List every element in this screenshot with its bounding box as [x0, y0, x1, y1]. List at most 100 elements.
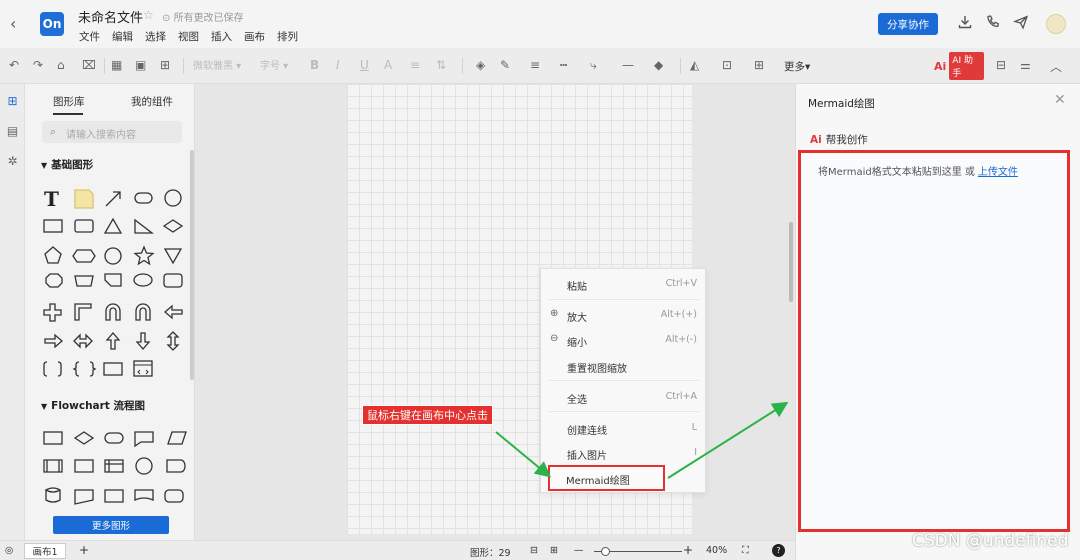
double-arrow-shape[interactable] [73, 333, 93, 349]
menu-item-zoom-out[interactable]: ⊖ 缩小 Alt+(-) [541, 330, 707, 350]
rounded-rectangle-shape[interactable] [74, 219, 94, 233]
menu-file[interactable]: 文件 [79, 29, 100, 44]
menu-item-zoom-in[interactable]: ⊕ 放大 Alt+(+) [541, 305, 707, 325]
library-scrollbar[interactable] [190, 150, 194, 380]
zoom-slider-handle[interactable] [601, 547, 610, 556]
undo-icon[interactable]: ↶ [9, 58, 19, 74]
menu-item-select-all[interactable]: 全选 Ctrl+A [541, 387, 707, 407]
diamond-shape[interactable] [162, 219, 184, 233]
bold-icon[interactable]: B [310, 58, 319, 74]
templates-icon[interactable]: ▤ [5, 124, 20, 139]
page-tab[interactable]: 画布1 [24, 543, 66, 559]
menu-arrange[interactable]: 排列 [277, 29, 298, 44]
format-painter-icon[interactable]: ⌂ [57, 58, 65, 74]
database-shape[interactable] [44, 487, 61, 503]
inverted-triangle-shape[interactable] [163, 248, 183, 265]
share-button[interactable]: 分享协作 [878, 13, 938, 35]
document-shape[interactable] [104, 273, 122, 287]
star-icon[interactable]: ☆ [143, 8, 154, 22]
line-end-icon[interactable]: ◆ [654, 58, 663, 74]
grid-icon[interactable]: ▦ [111, 58, 122, 74]
fullscreen-icon[interactable]: ⛶ [742, 545, 749, 556]
align-icon[interactable]: ≡ [410, 58, 420, 74]
send-icon[interactable] [1012, 14, 1030, 32]
align-objects-icon[interactable]: ⊡ [722, 58, 732, 74]
text-direction-icon[interactable]: ⇅ [436, 58, 446, 74]
star-shape[interactable] [133, 245, 155, 266]
menu-edit[interactable]: 编辑 [112, 29, 133, 44]
tape-shape[interactable] [134, 489, 154, 501]
menu-item-insert-image[interactable]: 插入图片 I [541, 443, 707, 463]
ai-assistant-button[interactable]: Ai AI 助手 [934, 52, 984, 80]
delay-shape[interactable] [166, 459, 186, 473]
app-logo[interactable]: On [40, 12, 64, 36]
vertical-double-arrow-shape[interactable] [166, 331, 180, 351]
arrow-shape[interactable] [105, 191, 121, 207]
process-shape[interactable] [43, 431, 63, 445]
corner-shape[interactable] [74, 303, 92, 321]
fill-color-icon[interactable]: ◈ [476, 58, 485, 74]
menu-item-paste[interactable]: 粘贴 Ctrl+V [541, 274, 707, 294]
code-block-shape[interactable] [133, 360, 153, 377]
ai-help-button[interactable]: Ai 帮我创作 [810, 132, 868, 147]
zoom-out-button[interactable]: — [574, 545, 584, 556]
chevron-left-icon[interactable]: ‹ [10, 14, 26, 33]
help-icon[interactable]: ? [772, 544, 785, 557]
font-size-select[interactable]: 字号 ▾ [260, 57, 288, 75]
circle-shape[interactable] [164, 189, 182, 207]
upload-file-link[interactable]: 上传文件 [978, 167, 1018, 178]
line-color-icon[interactable]: ✎ [500, 58, 510, 74]
tab-shape-library[interactable]: 图形库 [53, 94, 85, 109]
menu-item-create-connector[interactable]: 创建连线 L [541, 418, 707, 438]
layout-icon[interactable]: ⊟ [530, 545, 538, 556]
data-shape[interactable] [167, 431, 187, 445]
card-shape[interactable] [163, 273, 183, 288]
layer-icon[interactable]: ◭ [690, 58, 699, 74]
more-shapes-button[interactable]: 更多图形 [53, 516, 169, 534]
rectangle-shape[interactable] [43, 219, 63, 233]
italic-icon[interactable]: I [336, 58, 340, 74]
table-icon[interactable]: ⊞ [160, 58, 170, 74]
u-turn-shape[interactable] [105, 303, 121, 321]
plugins-icon[interactable]: ✲ [5, 154, 20, 169]
cloud-shape[interactable] [133, 273, 153, 287]
down-arrow-shape[interactable] [135, 332, 151, 350]
section-flowchart[interactable]: ▼ Flowchart 流程图 [41, 398, 145, 413]
tab-my-components[interactable]: 我的组件 [131, 94, 173, 109]
rounded-rect-shape[interactable] [134, 192, 153, 204]
callout-shape[interactable] [134, 431, 154, 448]
layers-icon[interactable]: ◎ [5, 545, 13, 556]
menu-canvas[interactable]: 画布 [244, 29, 265, 44]
canvas-scrollbar[interactable] [789, 222, 793, 302]
manual-input-shape[interactable] [74, 489, 94, 505]
close-icon[interactable]: ✕ [1054, 92, 1066, 108]
menu-item-reset-zoom[interactable]: 重置视图缩放 [541, 356, 707, 376]
note-shape[interactable] [74, 189, 94, 209]
decision-shape[interactable] [73, 431, 95, 445]
collapse-toolbar-icon[interactable]: ︿ [1050, 58, 1062, 74]
octagon-shape[interactable] [104, 247, 122, 265]
line-start-icon[interactable]: — [622, 58, 634, 74]
settings-sliders-icon[interactable]: ⚌ [1020, 58, 1031, 74]
hexagon-shape[interactable] [72, 249, 96, 263]
connector-shape[interactable] [135, 457, 153, 475]
menu-insert[interactable]: 插入 [211, 29, 232, 44]
terminator-shape[interactable] [104, 432, 124, 444]
group-icon[interactable]: ⊞ [754, 58, 764, 74]
more-button[interactable]: 更多▾ [784, 59, 810, 74]
cross-shape[interactable] [43, 303, 62, 322]
document-title[interactable]: 未命名文件 [78, 7, 143, 26]
frame-shape[interactable] [103, 362, 123, 376]
trapezoid-shape[interactable] [74, 275, 94, 287]
avatar[interactable] [1046, 14, 1066, 34]
storage-shape[interactable] [104, 459, 124, 473]
arch-shape[interactable] [135, 303, 151, 321]
right-arrow-shape[interactable] [44, 333, 63, 349]
internal-storage-shape[interactable] [74, 459, 94, 473]
shape-search-input[interactable]: ⌕ 请输入搜索内容 [42, 121, 182, 143]
line-width-icon[interactable]: ≡ [530, 58, 540, 74]
octagon-outline-shape[interactable] [45, 273, 63, 288]
braces-shape[interactable] [72, 361, 97, 377]
zoom-level[interactable]: 40% [706, 545, 727, 556]
underline-icon[interactable]: U [360, 58, 369, 74]
